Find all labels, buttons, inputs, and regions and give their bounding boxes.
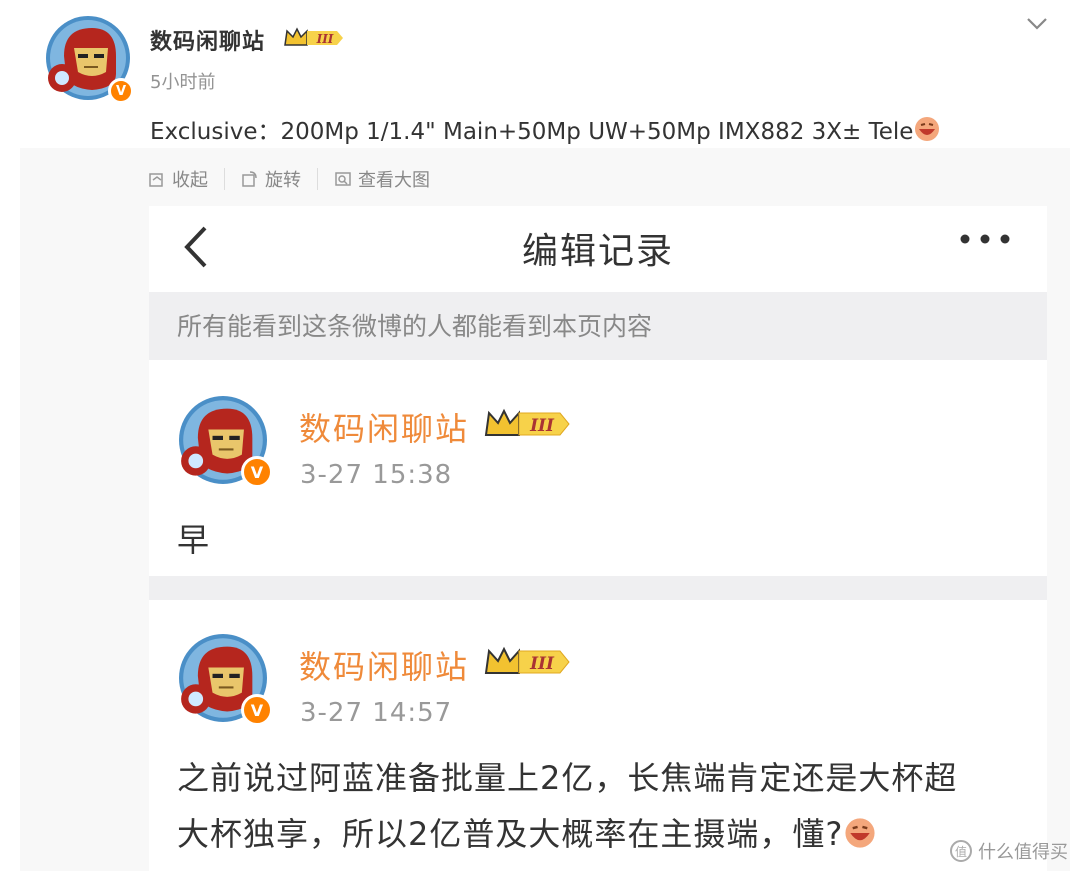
image-toolbar: 收起 旋转 查看大图 — [148, 166, 430, 192]
record-text: 早 — [177, 512, 210, 568]
watermark-logo-icon: 值 — [950, 840, 972, 862]
collapse-icon — [149, 173, 163, 187]
record-text-line: 大杯独享，所以2亿普及大概率在主摄端，懂? — [177, 806, 957, 862]
record-text-line: 早 — [177, 521, 211, 559]
verified-badge: V — [241, 456, 273, 488]
collapse-button[interactable]: 收起 — [148, 166, 208, 192]
toolbar-divider — [317, 168, 318, 190]
record-divider — [149, 576, 1047, 600]
record-text-line-content: 大杯独享，所以2亿普及大概率在主摄端，懂? — [177, 815, 844, 853]
laugh-emoji-icon — [915, 117, 940, 141]
visibility-notice-text: 所有能看到这条微博的人都能看到本页内容 — [177, 312, 653, 341]
post-header: V 数码闲聊站 III 5小时前 Exclusive：200Mp 1/1.4" … — [0, 0, 1080, 150]
record-author-name[interactable]: 数码闲聊站 — [299, 404, 469, 450]
rotate-label: 旋转 — [265, 170, 301, 191]
level-badge-text: III — [316, 32, 334, 46]
edit-history-header: 编辑记录 — [149, 206, 1047, 292]
post-text: Exclusive：200Mp 1/1.4" Main+50Mp UW+50Mp… — [150, 112, 941, 146]
edit-history-screenshot: 编辑记录 所有能看到这条微博的人都能看到本页内容 V 数码闲聊站 III 3-2… — [149, 206, 1047, 871]
more-options-icon[interactable] — [957, 232, 1013, 246]
level-crown-icon: III — [284, 27, 343, 46]
rotate-button[interactable]: 旋转 — [241, 166, 301, 192]
level-badge-text: III — [529, 654, 555, 674]
view-large-icon — [335, 172, 351, 186]
level-badge-text: III — [529, 416, 555, 436]
verified-badge: V — [108, 78, 134, 104]
record-avatar[interactable]: V — [179, 396, 273, 488]
visibility-notice: 所有能看到这条微博的人都能看到本页内容 — [149, 292, 1047, 360]
record-text: 之前说过阿蓝准备批量上2亿，长焦端肯定还是大杯超 大杯独享，所以2亿普及大概率在… — [177, 750, 957, 862]
record-time: 3-27 14:57 — [300, 698, 453, 728]
edit-record: V 数码闲聊站 III 3-27 14:57 之前说过阿蓝准备批量上2亿，长焦端… — [149, 600, 1047, 871]
level-crown-icon: III — [484, 408, 570, 436]
level-crown-icon: III — [484, 646, 570, 674]
watermark-text: 什么值得买 — [978, 842, 1068, 863]
laugh-emoji-icon — [845, 818, 875, 848]
toolbar-divider — [224, 168, 225, 190]
edit-record: V 数码闲聊站 III 3-27 15:38 早 — [149, 360, 1047, 576]
post-time: 5小时前 — [150, 72, 216, 93]
watermark: 值 什么值得买 — [950, 838, 1068, 864]
record-author-name[interactable]: 数码闲聊站 — [299, 642, 469, 688]
record-avatar[interactable]: V — [179, 634, 273, 726]
author-name[interactable]: 数码闲聊站 — [150, 24, 265, 56]
verified-badge: V — [241, 694, 273, 726]
chevron-down-icon[interactable] — [1024, 10, 1050, 36]
record-time: 3-27 15:38 — [300, 460, 453, 490]
view-large-label: 查看大图 — [358, 170, 430, 191]
post-text-content: Exclusive：200Mp 1/1.4" Main+50Mp UW+50Mp… — [150, 119, 914, 145]
edit-history-title: 编辑记录 — [521, 231, 674, 272]
author-avatar[interactable]: V — [46, 16, 134, 104]
record-text-line: 之前说过阿蓝准备批量上2亿，长焦端肯定还是大杯超 — [177, 759, 958, 797]
rotate-icon — [242, 171, 257, 187]
view-large-button[interactable]: 查看大图 — [334, 166, 430, 192]
collapse-label: 收起 — [172, 170, 208, 191]
